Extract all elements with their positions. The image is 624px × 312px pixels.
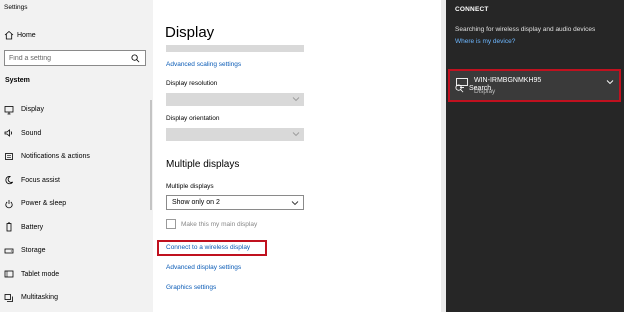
advanced-display-settings-link[interactable]: Advanced display settings xyxy=(166,264,241,271)
connect-wireless-display-link[interactable]: Connect to a wireless display xyxy=(166,244,250,251)
sidebar-item-label: Storage xyxy=(21,247,46,255)
display-resolution-dropdown[interactable] xyxy=(166,93,304,106)
speaker-icon xyxy=(4,129,12,138)
display-orientation-label: Display orientation xyxy=(166,115,220,122)
window-title: Settings xyxy=(4,4,28,11)
graphics-settings-link[interactable]: Graphics settings xyxy=(166,284,216,291)
sidebar-scrollbar[interactable] xyxy=(150,100,152,210)
advanced-scaling-link[interactable]: Advanced scaling settings xyxy=(166,61,241,68)
sidebar-item-label: Focus assist xyxy=(21,176,60,184)
system-nav-list: Display Sound Notifications & actions Fo… xyxy=(0,98,153,310)
battery-icon xyxy=(6,222,12,232)
page-title: Display xyxy=(165,24,215,41)
sidebar-item-battery[interactable]: Battery xyxy=(0,216,153,240)
home-icon xyxy=(4,30,14,40)
sidebar-item-tablet-mode[interactable]: Tablet mode xyxy=(0,263,153,287)
sidebar-item-sound[interactable]: Sound xyxy=(0,122,153,146)
display-orientation-dropdown[interactable] xyxy=(166,128,304,141)
sidebar-item-multitasking[interactable]: Multitasking xyxy=(0,286,153,310)
sidebar-item-label: Sound xyxy=(21,129,42,137)
display-resolution-label: Display resolution xyxy=(166,80,218,87)
notification-icon xyxy=(5,152,13,160)
multiple-displays-heading: Multiple displays xyxy=(166,159,240,170)
sidebar-item-storage[interactable]: Storage xyxy=(0,239,153,263)
find-setting-search-box[interactable] xyxy=(4,50,146,66)
home-label: Home xyxy=(17,31,36,39)
system-section-heading: System xyxy=(5,77,30,84)
sidebar-item-power-sleep[interactable]: Power & sleep xyxy=(0,192,153,216)
make-main-display-checkbox[interactable] xyxy=(166,219,176,229)
connect-title: CONNECT xyxy=(455,6,489,13)
monitor-icon xyxy=(4,105,14,115)
connect-search-button[interactable]: Search xyxy=(455,84,491,93)
chevron-down-icon xyxy=(292,97,300,102)
device-name: WIN-IRMBGNMKH95 xyxy=(474,77,542,84)
multiple-displays-value: Show only on 2 xyxy=(172,199,220,206)
make-main-display-checkbox-row[interactable]: Make this my main display xyxy=(166,219,257,229)
storage-icon xyxy=(4,248,14,254)
sidebar-item-label: Power & sleep xyxy=(21,200,67,208)
sidebar-item-focus-assist[interactable]: Focus assist xyxy=(0,169,153,193)
sidebar-item-label: Notifications & actions xyxy=(21,153,90,161)
sidebar-item-display[interactable]: Display xyxy=(0,98,153,122)
sidebar-item-label: Tablet mode xyxy=(21,270,60,278)
display-settings-page: Display Advanced scaling settings Displa… xyxy=(153,0,446,312)
where-is-my-device-link[interactable]: Where is my device? xyxy=(455,38,515,45)
power-icon xyxy=(5,199,13,208)
multiple-displays-dropdown[interactable]: Show only on 2 xyxy=(166,195,304,210)
moon-icon xyxy=(5,176,14,185)
find-setting-input[interactable] xyxy=(9,54,131,62)
tablet-icon xyxy=(4,270,14,278)
multiple-displays-label: Multiple displays xyxy=(166,183,214,190)
home-nav-item[interactable]: Home xyxy=(4,29,36,41)
chevron-down-icon xyxy=(292,132,300,137)
sidebar-item-label: Battery xyxy=(21,223,44,231)
sidebar-item-label: Multitasking xyxy=(21,294,58,302)
search-icon xyxy=(455,84,464,93)
connect-panel: CONNECT Searching for wireless display a… xyxy=(446,0,624,312)
searching-status-text: Searching for wireless display and audio… xyxy=(455,26,596,33)
sidebar-item-notifications[interactable]: Notifications & actions xyxy=(0,145,153,169)
make-main-display-label: Make this my main display xyxy=(181,220,258,228)
chevron-down-icon[interactable] xyxy=(606,78,614,86)
chevron-down-icon xyxy=(291,201,299,206)
search-icon xyxy=(131,53,140,62)
scale-dropdown-partial[interactable] xyxy=(166,45,304,52)
settings-sidebar: Settings Home System Display Sound Notif… xyxy=(0,0,153,312)
sidebar-item-label: Display xyxy=(21,106,44,114)
multitasking-icon xyxy=(4,293,13,302)
connect-search-label: Search xyxy=(469,85,492,92)
